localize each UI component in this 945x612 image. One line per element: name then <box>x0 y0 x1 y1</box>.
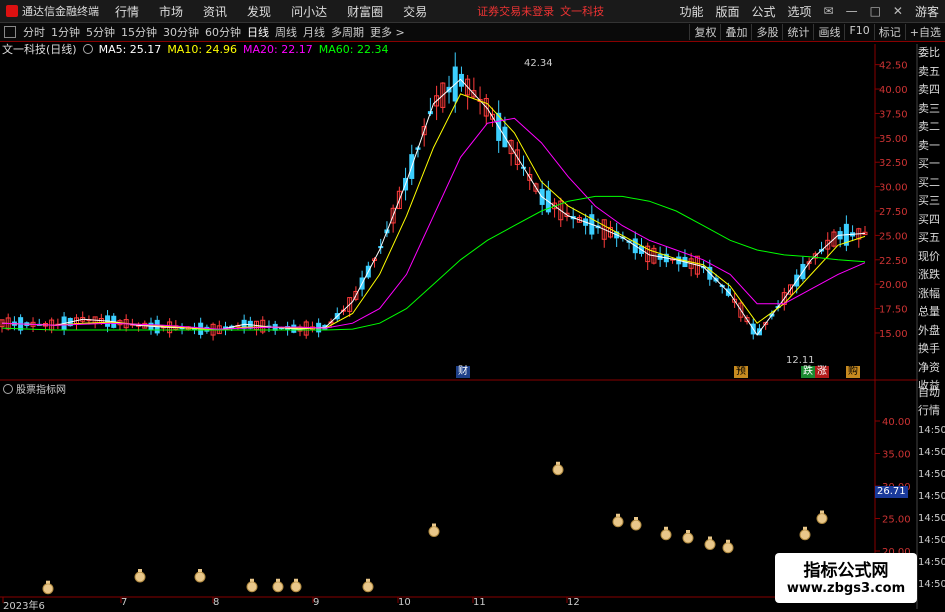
side-field-16: 换手 <box>918 342 940 355</box>
quote-side-panel: 委比 卖五 卖四 卖三 卖二 卖一 买一 买二 买三 买四 买五 现价 涨跌 涨幅 总量 外盘 换手 净资 收益 <box>918 44 945 396</box>
watermark-url: www.zbgs3.com <box>786 581 906 596</box>
date-tick-1: 7 <box>121 597 128 608</box>
side-field-15: 外盘 <box>918 323 940 337</box>
price-tick-2: 37.50 <box>879 109 908 120</box>
price-tick-5: 30.00 <box>879 183 908 194</box>
indicator-name: 股票指标网 <box>16 385 66 396</box>
date-tick-2: 8 <box>213 597 220 608</box>
date-tick-6: 12 <box>567 597 580 608</box>
side-field-6: 买一 <box>918 157 940 170</box>
price-tick-7: 25.00 <box>879 231 908 242</box>
side-field-9: 买四 <box>918 212 940 226</box>
time-entry-6: 14:50 <box>918 557 945 568</box>
price-tick-8: 22.50 <box>879 256 908 267</box>
side-field-7: 买二 <box>918 175 940 189</box>
signal-marker-3 <box>246 578 258 593</box>
price-tick-10: 17.50 <box>879 305 908 316</box>
signal-marker-1 <box>134 569 146 583</box>
price-tick-1: 40.00 <box>879 85 908 96</box>
signal-marker-11 <box>660 526 672 541</box>
lower-tick-1: 35.00 <box>882 450 911 461</box>
event-badge-yu[interactable]: 预 <box>734 366 748 378</box>
signal-marker-10 <box>630 517 642 531</box>
signal-marker-15 <box>799 526 811 541</box>
auto-label[interactable]: 自动 <box>918 384 945 402</box>
signal-marker-13 <box>704 536 716 550</box>
date-tick-4: 10 <box>398 597 411 608</box>
side-field-11: 现价 <box>918 249 940 263</box>
event-badge-cai[interactable]: 财 <box>456 366 470 378</box>
time-entry-4: 14:50 <box>918 513 945 524</box>
indicator-panel-label: 股票指标网 <box>3 381 66 396</box>
side-field-1: 卖五 <box>918 64 940 78</box>
signal-marker-2 <box>194 569 206 583</box>
ma-line-ma10 <box>1 93 866 331</box>
event-badge-die[interactable]: 跌 <box>801 366 815 378</box>
side-field-5: 卖一 <box>918 138 940 152</box>
time-entry-5: 14:50 <box>918 535 945 546</box>
ma-line-ma20 <box>1 117 866 330</box>
high-price-label: 42.34 <box>524 58 553 69</box>
date-tick-5: 11 <box>473 597 486 608</box>
side-field-14: 总量 <box>918 305 940 318</box>
auto-quote-panel: 自动 行情 <box>918 384 945 420</box>
kline-chart[interactable]: 42.50 40.00 37.50 35.00 32.50 30.00 27.50 25.00… <box>0 0 945 609</box>
side-field-17: 净资 <box>918 360 940 374</box>
signal-marker-5 <box>290 578 302 593</box>
event-badge-gou[interactable]: 购 <box>846 366 860 378</box>
signal-marker-4 <box>272 578 284 593</box>
signal-marker-8 <box>552 461 564 476</box>
time-entry-1: 14:50 <box>918 447 945 458</box>
price-tick-6: 27.50 <box>879 207 908 218</box>
side-field-0: 委比 <box>918 46 940 59</box>
quote-label[interactable]: 行情 <box>918 402 945 420</box>
signal-marker-9 <box>612 513 624 528</box>
event-badge-zhang[interactable]: 涨 <box>815 366 829 378</box>
time-entry-3: 14:50 <box>918 491 945 502</box>
lower-current-value: 26.71 <box>875 486 908 498</box>
side-field-12: 涨跌 <box>918 268 940 281</box>
time-entry-7: 14:50 <box>918 579 945 590</box>
price-tick-11: 15.00 <box>879 329 908 340</box>
side-field-13: 涨幅 <box>918 286 940 300</box>
ma-line-ma5 <box>1 78 866 336</box>
price-tick-4: 32.50 <box>879 158 908 169</box>
side-field-4: 卖二 <box>918 120 940 133</box>
signal-marker-12 <box>682 530 694 544</box>
lower-tick-3: 25.00 <box>882 515 911 526</box>
price-tick-0: 42.50 <box>879 61 908 72</box>
lower-tick-0: 40.00 <box>882 417 911 428</box>
side-field-2: 卖四 <box>918 83 940 96</box>
signal-marker-6 <box>362 578 374 593</box>
time-column: 14:50 14:50 14:50 14:50 14:50 14:50 14:50 14:50 <box>918 420 945 596</box>
side-field-10: 买五 <box>918 231 940 244</box>
signal-marker-16 <box>816 510 828 524</box>
watermark-title: 指标公式网 <box>803 561 889 581</box>
price-tick-9: 20.00 <box>879 280 908 291</box>
date-tick-3: 9 <box>313 597 320 608</box>
signal-marker-14 <box>722 539 734 554</box>
side-field-8: 买三 <box>918 194 940 207</box>
site-watermark: 指标公式网 www.zbgs3.com <box>775 553 917 603</box>
side-field-3: 卖三 <box>918 101 940 115</box>
time-entry-2: 14:50 <box>918 469 945 480</box>
indicator-settings-icon[interactable] <box>3 383 13 394</box>
time-entry-0: 14:50 <box>918 425 945 436</box>
date-axis: 2023年6 7 8 9 10 11 12 <box>0 597 875 612</box>
price-tick-3: 35.00 <box>879 134 908 145</box>
signal-marker-0 <box>42 580 54 595</box>
signal-marker-7 <box>428 523 440 537</box>
date-tick-0: 2023年6 <box>3 601 45 612</box>
